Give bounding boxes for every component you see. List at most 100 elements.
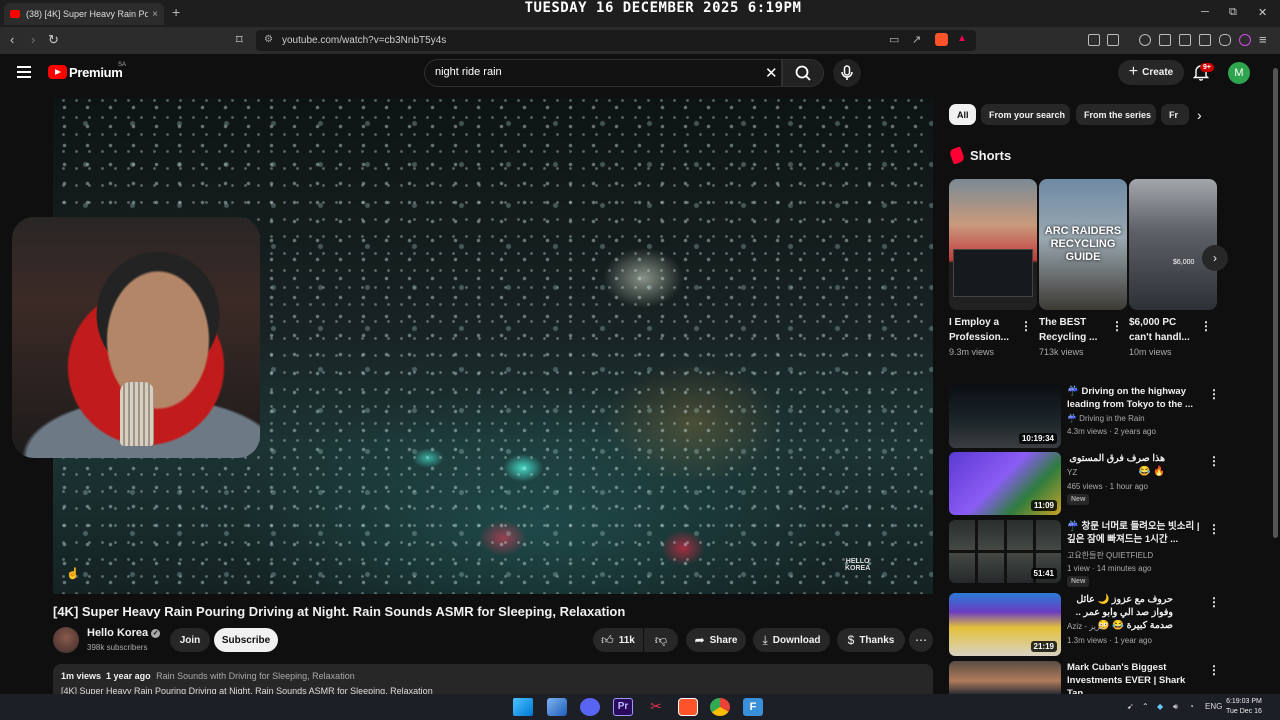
short-title[interactable]: I Employ a Profession...: [949, 315, 1017, 345]
short-overlay-text: $6,000: [1173, 259, 1195, 266]
reload-icon[interactable]: ↻: [48, 32, 59, 48]
playlist-tag[interactable]: Rain Sounds with Driving for Sleeping, R…: [156, 671, 355, 681]
video-thumbnail[interactable]: 11:09: [949, 452, 1061, 515]
extensions-icon[interactable]: [1088, 34, 1100, 46]
recommendation-title[interactable]: ☔ Driving on the highway leading from To…: [1067, 385, 1203, 411]
address-bar[interactable]: ⚙ youtube.com/watch?v=cb3NnbT5y4s ▭ ↗ ▲: [256, 30, 976, 51]
scrollbar-thumb[interactable]: [1273, 68, 1278, 538]
capcut-icon[interactable]: ✂: [646, 698, 666, 716]
recommendation-channel[interactable]: Aziz - عزيز: [1067, 622, 1105, 631]
chip-more[interactable]: Fr: [1161, 104, 1189, 125]
clear-search-icon[interactable]: ✕: [765, 64, 778, 82]
short-title[interactable]: $6,000 PC can't handl...: [1129, 315, 1197, 345]
video-menu-icon[interactable]: ⋮: [1208, 388, 1220, 400]
premiere-pro-icon[interactable]: Pr: [613, 698, 633, 716]
share-button[interactable]: ➦ Share: [686, 628, 746, 652]
search-button[interactable]: [782, 59, 824, 87]
channel-avatar[interactable]: [53, 627, 79, 653]
share-page-icon[interactable]: ↗: [912, 33, 921, 46]
chip-from-the-series[interactable]: From the series: [1076, 104, 1156, 125]
bookmark-icon[interactable]: ⌑: [236, 32, 243, 48]
video-thumbnail[interactable]: [949, 661, 1061, 694]
chip-label: Fr: [1169, 109, 1178, 120]
brave-rewards-icon[interactable]: ▲: [957, 33, 967, 44]
page-scrollbar[interactable]: [1271, 54, 1280, 694]
create-button[interactable]: + Create: [1118, 60, 1184, 85]
sidebar-icon[interactable]: [1159, 34, 1171, 46]
search-input[interactable]: [435, 66, 735, 78]
forward-icon[interactable]: ›: [31, 32, 35, 47]
brave-browser-icon[interactable]: [678, 698, 698, 716]
short-menu-icon[interactable]: ⋮: [1020, 320, 1032, 332]
brave-shields-icon[interactable]: [935, 33, 948, 46]
chips-next-chevron-icon[interactable]: ›: [1197, 107, 1202, 123]
recommendation-title[interactable]: ☔ 창문 너머로 들려오는 빗소리 | 깊은 잠에 빠져드는 1시간 ...: [1067, 520, 1203, 546]
screenshot-icon[interactable]: [1107, 34, 1119, 46]
cast-icon[interactable]: ▭: [889, 33, 899, 46]
account-avatar[interactable]: M: [1228, 62, 1250, 84]
system-clock[interactable]: 6:19:03 PM Tue Dec 16: [1226, 697, 1262, 717]
hamburger-menu-icon[interactable]: [17, 66, 31, 78]
video-thumbnail[interactable]: 10:19:34: [949, 385, 1061, 448]
discord-icon[interactable]: [580, 698, 600, 716]
search-box[interactable]: ✕: [424, 59, 782, 87]
browser-menu-icon[interactable]: ≡: [1259, 32, 1267, 47]
channel-name-row[interactable]: Hello Korea ✓: [87, 627, 161, 639]
tray-app-icon[interactable]: ◆: [1157, 702, 1163, 711]
video-menu-icon[interactable]: ⋮: [1208, 664, 1220, 676]
volume-icon[interactable]: 🔊︎: [1173, 702, 1178, 712]
recommendation-channel[interactable]: ☔ Driving in the Rain: [1067, 414, 1145, 423]
chip-all[interactable]: All: [949, 104, 976, 125]
voice-search-button[interactable]: [833, 59, 861, 87]
short-thumbnail[interactable]: $6,000: [1129, 179, 1217, 310]
video-thumbnail[interactable]: 51:41: [949, 520, 1061, 583]
wallet-icon[interactable]: [1179, 34, 1191, 46]
dislike-button[interactable]: 👎︎: [644, 628, 678, 652]
join-button[interactable]: Join: [170, 628, 210, 652]
search-icon: [795, 65, 811, 81]
recommendation-channel[interactable]: 고요한들판 QUIETFIELD: [1067, 550, 1153, 561]
more-actions-button[interactable]: ⋯: [909, 628, 933, 652]
short-views: 713k views: [1039, 347, 1084, 357]
channel-watermark: HELLO KOREA: [845, 558, 870, 572]
like-button[interactable]: 👍︎ 11k: [593, 628, 643, 652]
video-menu-icon[interactable]: ⋮: [1208, 455, 1220, 467]
minimize-icon[interactable]: ─: [1201, 6, 1209, 18]
wifi-icon[interactable]: ◔: [1189, 702, 1194, 711]
app-f-icon[interactable]: F: [743, 698, 763, 716]
vpn-shield-icon[interactable]: [1219, 34, 1231, 46]
language-indicator[interactable]: ENG: [1205, 702, 1222, 711]
profile-extension-icon[interactable]: [1239, 34, 1251, 46]
file-explorer-icon[interactable]: [547, 698, 567, 716]
youtube-logo-icon[interactable]: [48, 65, 67, 79]
shorts-next-button[interactable]: ›: [1202, 245, 1228, 271]
back-icon[interactable]: ‹: [10, 32, 14, 47]
network-activity-icon[interactable]: ➹: [1127, 702, 1134, 711]
thanks-button[interactable]: $ Thanks: [837, 628, 905, 652]
music-icon[interactable]: [1139, 34, 1151, 46]
recommendation-channel[interactable]: YZ: [1067, 468, 1077, 477]
chrome-icon[interactable]: [710, 698, 730, 716]
premium-wordmark[interactable]: Premium: [69, 65, 123, 80]
short-views: 10m views: [1129, 347, 1172, 357]
chip-from-your-search[interactable]: From your search: [981, 104, 1070, 125]
close-window-icon[interactable]: ✕: [1258, 6, 1267, 19]
leo-ai-icon[interactable]: [1199, 34, 1211, 46]
short-thumbnail[interactable]: [949, 179, 1037, 310]
channel-name[interactable]: Hello Korea: [87, 627, 148, 639]
short-menu-icon[interactable]: ⋮: [1200, 320, 1212, 332]
site-info-icon[interactable]: ⚙: [264, 34, 273, 45]
recommendation-meta: 465 views · 1 hour ago: [1067, 482, 1148, 491]
recommendation-title[interactable]: هذا صرف فرق المستوى 🔥 😂: [1067, 452, 1165, 478]
short-thumbnail[interactable]: ARC RAIDERS RECYCLING GUIDE: [1039, 179, 1127, 310]
start-icon[interactable]: [513, 698, 533, 716]
video-menu-icon[interactable]: ⋮: [1208, 523, 1220, 535]
subscribe-button[interactable]: Subscribe: [214, 628, 278, 652]
restore-icon[interactable]: ⧉: [1229, 6, 1237, 19]
short-menu-icon[interactable]: ⋮: [1111, 320, 1123, 332]
video-thumbnail[interactable]: 21:19: [949, 593, 1061, 656]
video-menu-icon[interactable]: ⋮: [1208, 596, 1220, 608]
download-button[interactable]: ⤓ Download: [753, 628, 830, 652]
short-title[interactable]: The BEST Recycling ...: [1039, 315, 1107, 345]
tray-overflow-icon[interactable]: ⌃: [1142, 702, 1149, 711]
